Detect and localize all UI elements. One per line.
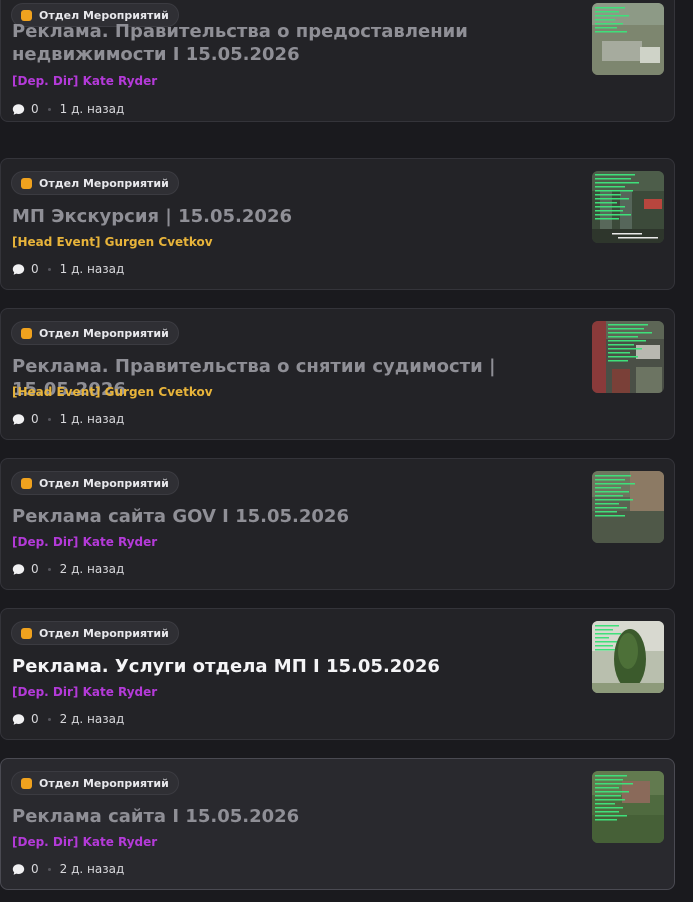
post-thumbnail[interactable]	[592, 171, 664, 243]
comment-bubble-icon	[12, 563, 25, 575]
post-author[interactable]: [Dep. Dir] Kate Ryder	[12, 835, 157, 849]
post-time: 2 д. назад	[59, 562, 125, 576]
category-icon	[21, 9, 32, 21]
post-meta: 0 2 д. назад	[12, 861, 124, 877]
category-icon	[21, 777, 32, 789]
comment-count: 0	[31, 862, 39, 876]
category-label: Отдел Мероприятий	[39, 476, 169, 490]
comment-bubble-icon	[12, 413, 25, 425]
comment-bubble-icon	[12, 263, 25, 275]
post-thumbnail[interactable]	[592, 771, 664, 843]
post-meta: 0 1 д. назад	[12, 411, 124, 427]
category-tag[interactable]: Отдел Мероприятий	[11, 771, 179, 795]
post-thumbnail[interactable]	[592, 621, 664, 693]
separator-dot	[47, 717, 51, 721]
post-meta: 0 1 д. назад	[12, 101, 124, 117]
post-time: 2 д. назад	[59, 712, 125, 726]
post-meta: 0 2 д. назад	[12, 561, 124, 577]
post-card[interactable]: Отдел Мероприятий Реклама. Правительства…	[0, 308, 675, 440]
category-icon	[21, 177, 32, 189]
forum-post-list: Отдел Мероприятий Реклама. Правительства…	[0, 0, 693, 902]
separator-dot	[47, 107, 51, 111]
category-icon	[21, 477, 32, 489]
category-label: Отдел Мероприятий	[39, 776, 169, 790]
comment-count: 0	[31, 562, 39, 576]
separator-dot	[47, 567, 51, 571]
category-icon	[21, 627, 32, 639]
post-title[interactable]: Реклама сайта I 15.05.2026	[12, 805, 572, 828]
post-title[interactable]: Реклама сайта GOV I 15.05.2026	[12, 505, 572, 528]
post-author[interactable]: [Head Event] Gurgen Cvetkov	[12, 235, 213, 249]
category-tag[interactable]: Отдел Мероприятий	[11, 471, 179, 495]
comment-bubble-icon	[12, 103, 25, 115]
post-card[interactable]: Отдел Мероприятий Реклама. Услуги отдела…	[0, 608, 675, 740]
post-card[interactable]: Отдел Мероприятий Реклама. Правительства…	[0, 0, 675, 122]
post-thumbnail[interactable]	[592, 321, 664, 393]
category-tag[interactable]: Отдел Мероприятий	[11, 171, 179, 195]
separator-dot	[47, 417, 51, 421]
post-meta: 0 1 д. назад	[12, 261, 124, 277]
separator-dot	[47, 867, 51, 871]
comment-count: 0	[31, 102, 39, 116]
post-author[interactable]: [Dep. Dir] Kate Ryder	[12, 685, 157, 699]
comment-count: 0	[31, 262, 39, 276]
post-time: 1 д. назад	[59, 262, 125, 276]
category-tag[interactable]: Отдел Мероприятий	[11, 321, 179, 345]
comment-bubble-icon	[12, 863, 25, 875]
category-icon	[21, 327, 32, 339]
post-thumbnail[interactable]	[592, 3, 664, 75]
post-meta: 0 2 д. назад	[12, 711, 124, 727]
post-title[interactable]: Реклама. Правительства о предоставлении …	[12, 20, 572, 66]
separator-dot	[47, 267, 51, 271]
post-time: 2 д. назад	[59, 862, 125, 876]
post-time: 1 д. назад	[59, 412, 125, 426]
category-label: Отдел Мероприятий	[39, 626, 169, 640]
post-card[interactable]: Отдел Мероприятий Реклама сайта I 15.05.…	[0, 758, 675, 890]
post-card[interactable]: Отдел Мероприятий МП Экскурсия | 15.05.2…	[0, 158, 675, 290]
post-title[interactable]: Реклама. Услуги отдела МП I 15.05.2026	[12, 655, 572, 678]
comment-bubble-icon	[12, 713, 25, 725]
comment-count: 0	[31, 712, 39, 726]
post-author[interactable]: [Head Event] Gurgen Cvetkov	[12, 385, 213, 399]
post-thumbnail[interactable]	[592, 471, 664, 543]
category-label: Отдел Мероприятий	[39, 176, 169, 190]
category-label: Отдел Мероприятий	[39, 326, 169, 340]
comment-count: 0	[31, 412, 39, 426]
post-card[interactable]: Отдел Мероприятий Реклама сайта GOV I 15…	[0, 458, 675, 590]
category-tag[interactable]: Отдел Мероприятий	[11, 621, 179, 645]
post-title[interactable]: МП Экскурсия | 15.05.2026	[12, 205, 572, 228]
post-time: 1 д. назад	[59, 102, 125, 116]
post-author[interactable]: [Dep. Dir] Kate Ryder	[12, 535, 157, 549]
post-author[interactable]: [Dep. Dir] Kate Ryder	[12, 74, 157, 88]
